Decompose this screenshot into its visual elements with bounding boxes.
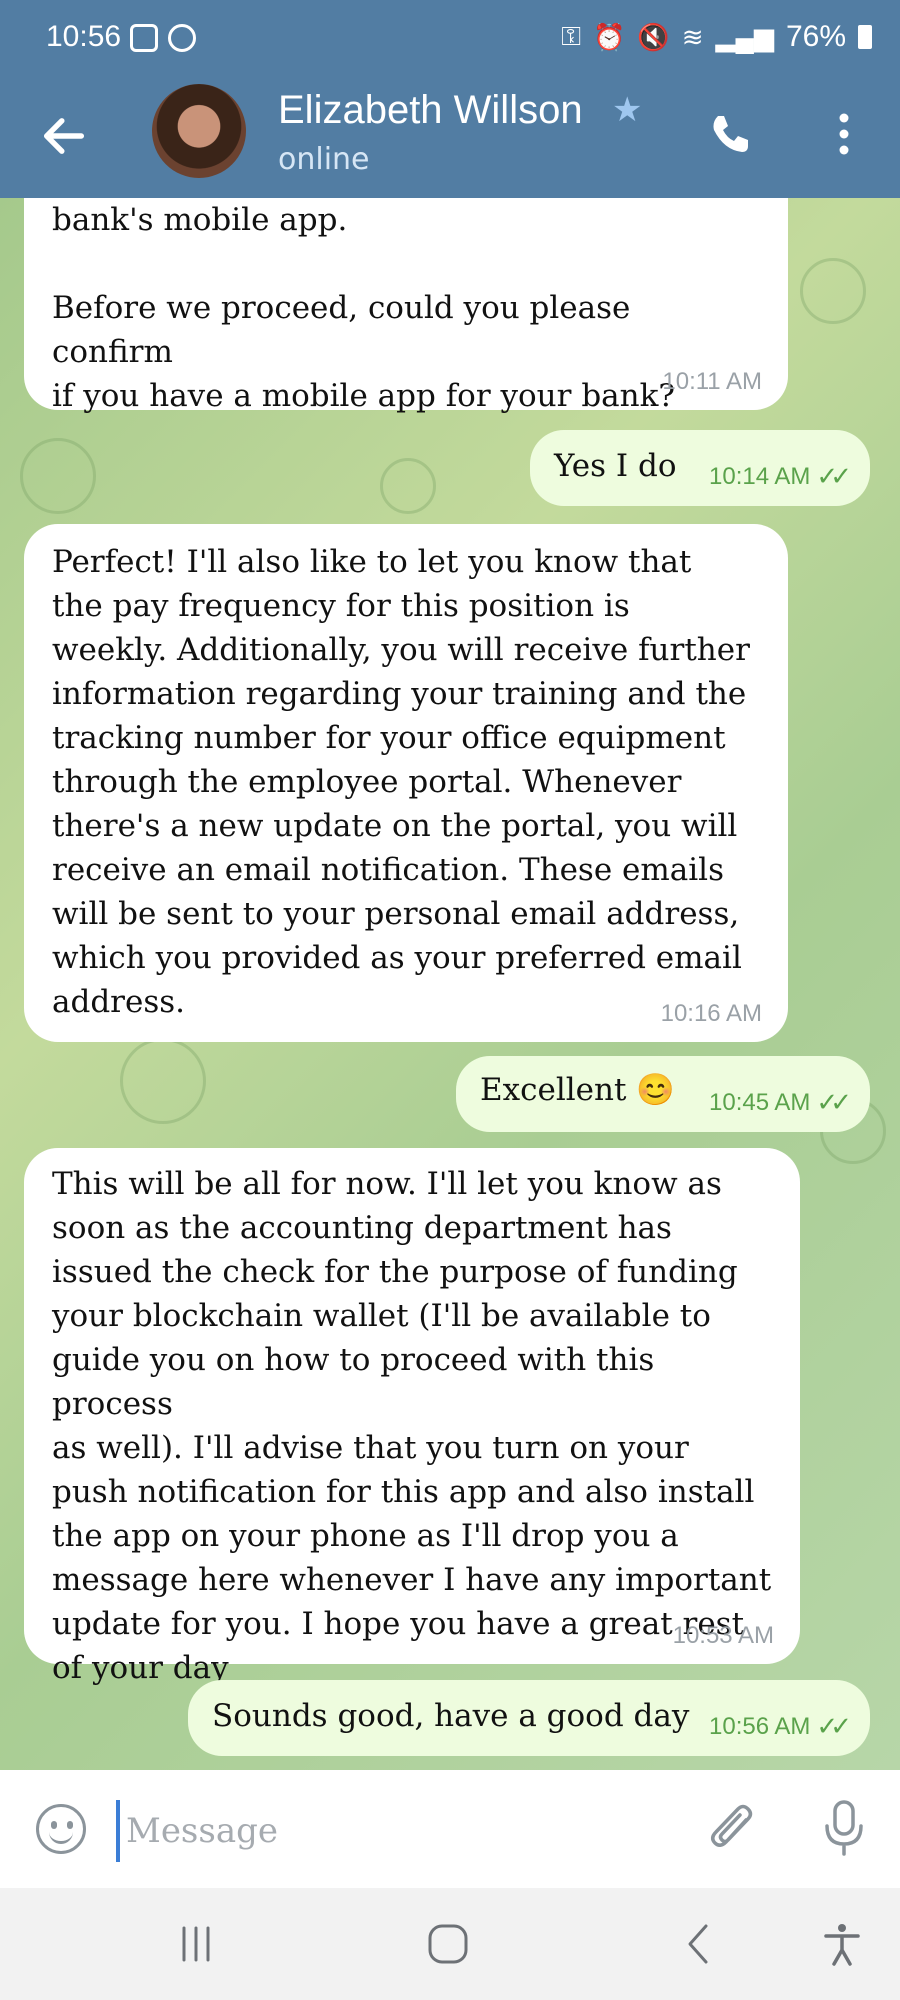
contact-name[interactable]: Elizabeth Willson	[278, 88, 583, 133]
message-composer	[0, 1770, 900, 1888]
battery-icon	[858, 25, 872, 49]
wallpaper-doodle	[20, 438, 96, 514]
chat-header: Elizabeth Willson ★ online	[0, 82, 900, 198]
star-icon: ★	[612, 90, 643, 130]
message-text: bank's mobile app. Before we proceed, co…	[52, 202, 676, 414]
message-time: 10:11 AM	[662, 368, 762, 395]
status-time: 10:56	[46, 20, 122, 53]
mute-icon: 🔇	[637, 21, 670, 52]
battery-percent: 76%	[785, 20, 846, 53]
gallery-notification-icon	[130, 24, 158, 52]
alarm-icon: ⏰	[592, 21, 626, 52]
wifi-icon: ≋	[681, 21, 704, 52]
read-ticks-icon: ✓✓	[816, 1087, 851, 1117]
notification-icons	[130, 24, 196, 52]
message-meta: 10:14 AM ✓✓	[709, 461, 852, 492]
phone-icon[interactable]	[706, 110, 754, 158]
message-bubble-outgoing[interactable]: Sounds good, have a good day 10:56 AM ✓✓	[188, 1680, 870, 1756]
message-text: Perfect! I'll also like to let you know …	[52, 544, 750, 1020]
status-bar: 10:56 ⚿ ⏰ 🔇 ≋ ▂▄▆ 76%	[0, 0, 900, 82]
app-notification-icon	[168, 24, 196, 52]
system-nav-bar	[0, 1888, 900, 2000]
contact-avatar[interactable]	[152, 84, 246, 178]
back-arrow-icon[interactable]	[38, 110, 90, 162]
message-bubble-incoming[interactable]: This will be all for now. I'll let you k…	[24, 1148, 800, 1686]
key-icon: ⚿	[561, 21, 581, 51]
mic-icon[interactable]	[818, 1798, 870, 1858]
message-time: 10:56 AM	[709, 1712, 811, 1740]
contact-status: online	[278, 142, 370, 177]
message-time: 10:53 AM	[672, 1622, 774, 1649]
read-ticks-icon: ✓✓	[816, 1711, 851, 1741]
message-meta: 10:56 AM ✓✓	[709, 1711, 852, 1742]
chat-area[interactable]: bank's mobile app. Before we proceed, co…	[0, 198, 900, 1770]
emoji-icon[interactable]	[36, 1804, 86, 1854]
more-vert-icon[interactable]	[836, 110, 852, 158]
system-indicators: ⚿ ⏰ 🔇 ≋ ▂▄▆ 76%	[561, 20, 872, 54]
signal-icon: ▂▄▆	[715, 21, 774, 52]
nav-back-icon[interactable]	[676, 1920, 724, 1968]
message-time: 10:14 AM	[709, 462, 811, 490]
wallpaper-doodle	[120, 1038, 206, 1124]
message-meta: 10:45 AM ✓✓	[709, 1087, 852, 1118]
attach-icon[interactable]	[706, 1800, 758, 1856]
message-text: This will be all for now. I'll let you k…	[52, 1166, 772, 1686]
message-bubble-outgoing[interactable]: Yes I do 10:14 AM ✓✓	[530, 430, 870, 506]
message-bubble-outgoing[interactable]: Excellent 😊 10:45 AM ✓✓	[456, 1056, 870, 1132]
home-icon[interactable]	[424, 1920, 472, 1968]
message-bubble-incoming[interactable]: bank's mobile app. Before we proceed, co…	[24, 198, 788, 414]
message-time: 10:45 AM	[709, 1088, 811, 1116]
accessibility-icon[interactable]	[818, 1920, 866, 1968]
read-ticks-icon: ✓✓	[816, 461, 851, 491]
wallpaper-doodle	[380, 458, 436, 514]
message-bubble-incoming[interactable]: Perfect! I'll also like to let you know …	[24, 524, 788, 1042]
message-time: 10:16 AM	[660, 1000, 762, 1027]
recent-apps-icon[interactable]	[172, 1920, 220, 1968]
message-input[interactable]	[116, 1800, 688, 1862]
wallpaper-doodle	[800, 258, 866, 324]
